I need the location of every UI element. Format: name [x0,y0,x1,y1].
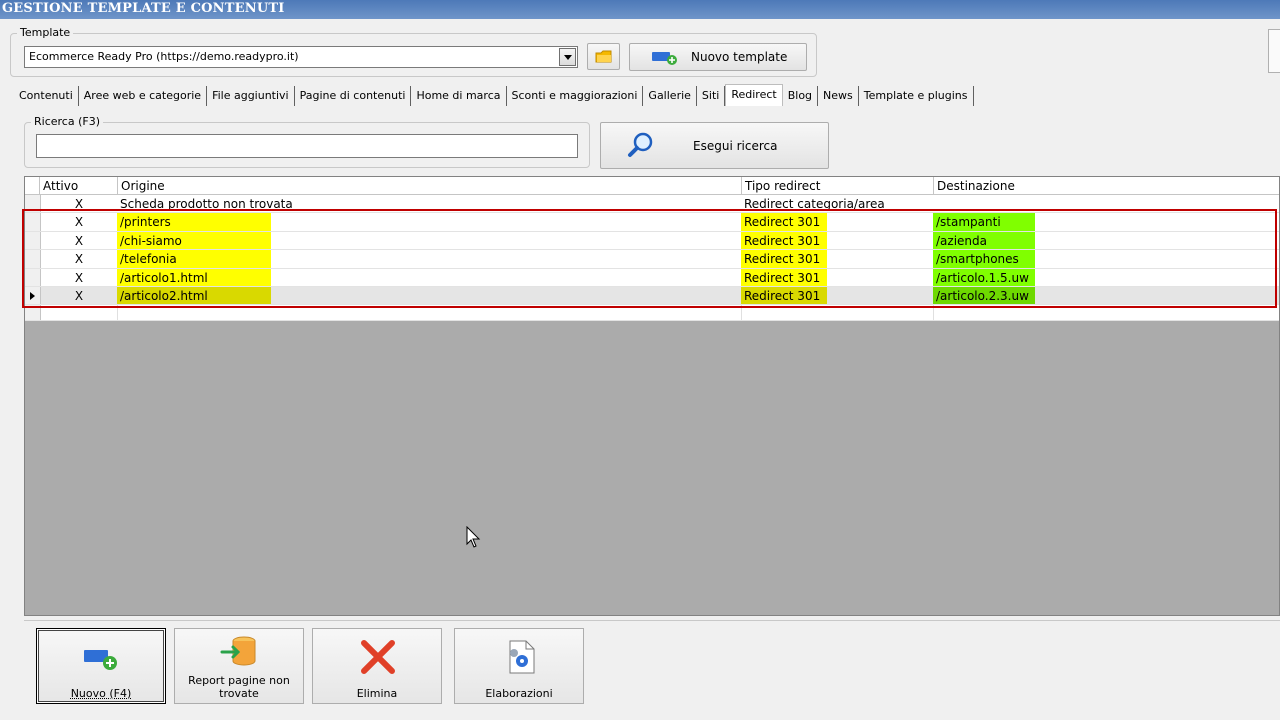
new-template-label: Nuovo template [691,50,788,64]
report-label-line2: trovate [219,687,259,700]
tab-strip: Contenuti Aree web e categorie File aggi… [14,84,974,106]
processing-button-label: Elaborazioni [485,687,553,700]
window-title: GESTIONE TEMPLATE E CONTENUTI [0,0,1280,19]
report-label-line1: Report pagine non [188,674,290,687]
database-export-icon [220,636,256,666]
grid-header: Attivo Origine Tipo redirect Destinazion… [25,177,1279,195]
tab-pagine-contenuti[interactable]: Pagine di contenuti [295,86,412,106]
add-item-icon [652,52,677,65]
column-destinazione[interactable]: Destinazione [933,177,1279,195]
processing-button[interactable]: Elaborazioni [454,628,584,704]
tab-news[interactable]: News [818,86,859,106]
document-gear-icon [509,640,535,674]
side-panel-edge [1268,29,1280,73]
tab-home-marca[interactable]: Home di marca [411,86,507,106]
column-attivo[interactable]: Attivo [39,177,117,195]
template-group-label: Template [17,26,74,39]
new-button[interactable]: Nuovo (F4) [36,628,166,704]
tab-blog[interactable]: Blog [783,86,819,106]
search-icon [628,132,653,157]
new-button-label: Nuovo (F4) [70,687,132,700]
tab-gallerie[interactable]: Gallerie [643,86,697,106]
delete-button[interactable]: Elimina [312,628,442,704]
template-select[interactable]: Ecommerce Ready Pro (https://demo.readyp… [24,46,578,68]
tab-redirect[interactable]: Redirect [725,84,783,106]
tab-file-aggiuntivi[interactable]: File aggiuntivi [207,86,295,106]
column-origine[interactable]: Origine [117,177,741,195]
mouse-cursor-icon [466,526,481,548]
search-label: Ricerca (F3) [31,115,103,128]
tab-siti[interactable]: Siti [697,86,726,106]
delete-button-label: Elimina [356,687,398,700]
tab-contenuti[interactable]: Contenuti [14,86,79,106]
annotation-highlight-box [22,209,1277,308]
tab-sconti[interactable]: Sconti e maggiorazioni [507,86,644,106]
open-folder-button[interactable] [587,43,620,70]
chevron-down-icon[interactable] [559,48,576,66]
add-item-icon [84,650,117,670]
search-input[interactable] [36,134,578,158]
report-not-found-button[interactable]: Report pagine non trovate [174,628,304,704]
delete-x-icon [361,640,395,674]
tab-aree-web[interactable]: Aree web e categorie [79,86,208,106]
folder-icon [595,50,612,63]
new-template-button[interactable]: Nuovo template [629,43,807,71]
template-select-value: Ecommerce Ready Pro (https://demo.readyp… [29,50,299,63]
column-tipo-redirect[interactable]: Tipo redirect [741,177,933,195]
tab-template-plugins[interactable]: Template e plugins [859,86,974,106]
search-button-label: Esegui ricerca [693,139,778,153]
search-button[interactable]: Esegui ricerca [600,122,829,169]
